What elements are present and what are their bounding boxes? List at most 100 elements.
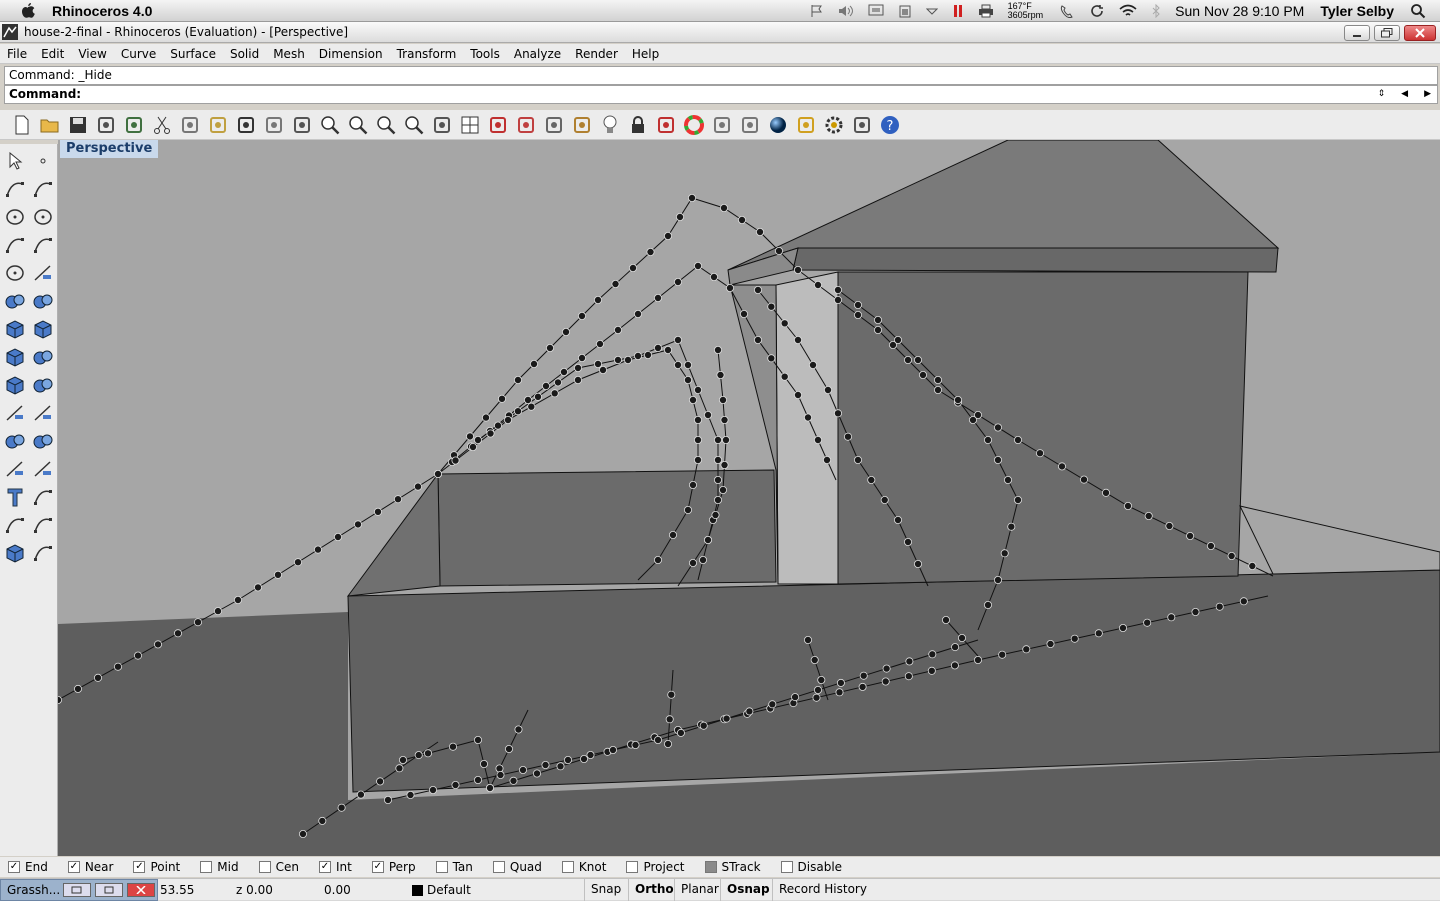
control-point[interactable] [1119,623,1128,632]
zoom-extents-icon[interactable] [372,112,400,138]
osnap-knot-checkbox[interactable] [561,861,574,873]
control-point[interactable] [919,370,928,379]
osnap-disable[interactable]: Disable [780,860,842,874]
hatch-icon[interactable] [30,540,56,566]
control-point[interactable] [882,664,891,673]
osnap-disable-checkbox[interactable] [780,861,793,873]
wifi-icon[interactable] [1119,4,1137,18]
control-point[interactable] [574,363,583,372]
control-point[interactable] [699,721,708,730]
control-point[interactable] [780,372,789,381]
control-point[interactable] [1165,521,1174,530]
sync-icon[interactable] [1089,4,1105,18]
control-point[interactable] [969,415,978,424]
control-point[interactable] [767,354,776,363]
control-point[interactable] [1080,475,1089,484]
polygon-icon[interactable] [2,260,28,286]
control-point[interactable] [644,350,653,359]
control-point[interactable] [704,410,713,419]
sphere-icon[interactable] [764,112,792,138]
control-point[interactable] [859,671,868,680]
perspective-viewport[interactable]: Perspective [58,140,1440,856]
control-point[interactable] [654,555,663,564]
control-point[interactable] [767,302,776,311]
control-point[interactable] [527,402,536,411]
control-point[interactable] [714,475,723,484]
control-point[interactable] [722,714,731,723]
control-point[interactable] [513,407,522,416]
osnap-cen[interactable]: Cen [258,860,299,874]
offset-icon[interactable] [30,456,56,482]
control-point[interactable] [486,429,495,438]
control-point[interactable] [710,272,719,281]
control-point[interactable] [881,677,890,686]
control-point[interactable] [791,693,800,702]
spotlight-icon[interactable] [1410,3,1426,19]
control-point[interactable] [545,343,554,352]
osnap-point[interactable]: ✓ Point [133,860,180,874]
control-point[interactable] [998,650,1007,659]
control-point[interactable] [414,751,423,760]
control-point[interactable] [629,264,638,273]
control-point[interactable] [1014,435,1023,444]
control-point[interactable] [586,751,595,760]
control-point[interactable] [722,435,731,444]
left-arrow-icon[interactable]: ◀ [1401,86,1408,103]
control-point[interactable] [1014,495,1023,504]
control-point[interactable] [714,435,723,444]
control-point[interactable] [594,295,603,304]
control-point[interactable] [193,618,202,627]
control-point[interactable] [954,395,963,404]
control-point[interactable] [533,392,542,401]
menu-transform[interactable]: Transform [390,47,464,61]
open-icon[interactable] [36,112,64,138]
control-point[interactable] [356,790,365,799]
lock-icon[interactable] [624,112,652,138]
control-point[interactable] [836,678,845,687]
control-point[interactable] [1004,475,1013,484]
light-icon[interactable] [596,112,624,138]
control-point[interactable] [694,435,703,444]
sphere-icon[interactable] [30,316,56,342]
control-point[interactable] [768,700,777,709]
control-point[interactable] [994,423,1003,432]
control-point[interactable] [353,520,362,529]
osnap-quad-checkbox[interactable] [492,861,505,873]
control-point[interactable] [73,684,82,693]
control-point[interactable] [814,435,823,444]
control-point[interactable] [834,295,843,304]
control-point[interactable] [1022,645,1031,654]
select-icon[interactable] [2,148,28,174]
control-point[interactable] [689,558,698,567]
control-point[interactable] [794,266,803,275]
cylinder-icon[interactable] [2,344,28,370]
osnap-tan[interactable]: Tan [435,860,473,874]
osnap-int[interactable]: ✓ Int [318,860,352,874]
taskbar-close-icon[interactable] [127,883,155,897]
osnap-end-checkbox[interactable]: ✓ [8,861,20,873]
boolean-icon[interactable] [2,428,28,454]
control-point[interactable] [1036,449,1045,458]
render-icon[interactable] [736,112,764,138]
osnap-project[interactable]: Project [626,860,685,874]
osnap-strack-checkbox[interactable] [704,861,717,873]
control-point[interactable] [468,442,477,451]
control-point[interactable] [233,595,242,604]
shade-icon[interactable] [708,112,736,138]
control-point[interactable] [719,485,728,494]
control-point[interactable] [433,469,442,478]
menu-help[interactable]: Help [625,47,666,61]
control-point[interactable] [950,661,959,670]
control-point[interactable] [814,280,823,289]
control-point[interactable] [745,707,754,716]
menu-view[interactable]: View [71,47,113,61]
close-button[interactable] [1404,25,1436,41]
control-point[interactable] [1206,541,1215,550]
control-point[interactable] [541,761,550,770]
control-point[interactable] [676,213,685,222]
control-point[interactable] [634,351,643,360]
control-point[interactable] [914,355,923,364]
control-point[interactable] [1124,501,1133,510]
control-point[interactable] [719,395,728,404]
cut-icon[interactable] [148,112,176,138]
